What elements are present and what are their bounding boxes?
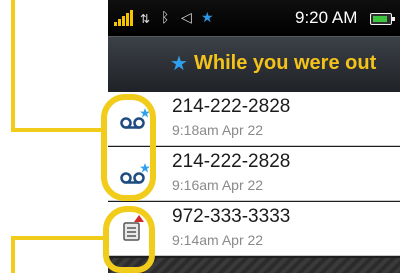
status-bar: ⇅ ᛒ ◁ ★ 9:20 AM (108, 0, 400, 36)
highlight-ring-voicemail (101, 94, 156, 201)
highlight-ring-message (103, 206, 155, 273)
callout-line-bottom (11, 236, 15, 273)
battery-icon (370, 13, 395, 25)
item-time: 9:18am Apr 22 (172, 122, 264, 138)
bluetooth-icon: ᛒ (161, 9, 170, 25)
callout-line-top (11, 0, 15, 130)
callout-line-top (11, 128, 104, 132)
callout-line-bottom (11, 236, 104, 240)
page-header: ★ While you were out (108, 36, 400, 92)
volume-icon: ◁ (181, 9, 192, 25)
caller-number: 214-222-2828 (172, 151, 291, 172)
signal-icon (114, 10, 136, 26)
caller-number: 214-222-2828 (172, 96, 291, 117)
star-icon: ★ (201, 9, 214, 25)
star-icon: ★ (170, 53, 188, 75)
caller-number: 972-333-3333 (172, 206, 291, 227)
item-time: 9:16am Apr 22 (172, 177, 264, 193)
status-time: 9:20 AM (295, 8, 358, 27)
page-title: While you were out (194, 52, 377, 74)
item-time: 9:14am Apr 22 (172, 232, 264, 248)
data-icon: ⇅ (140, 12, 151, 26)
